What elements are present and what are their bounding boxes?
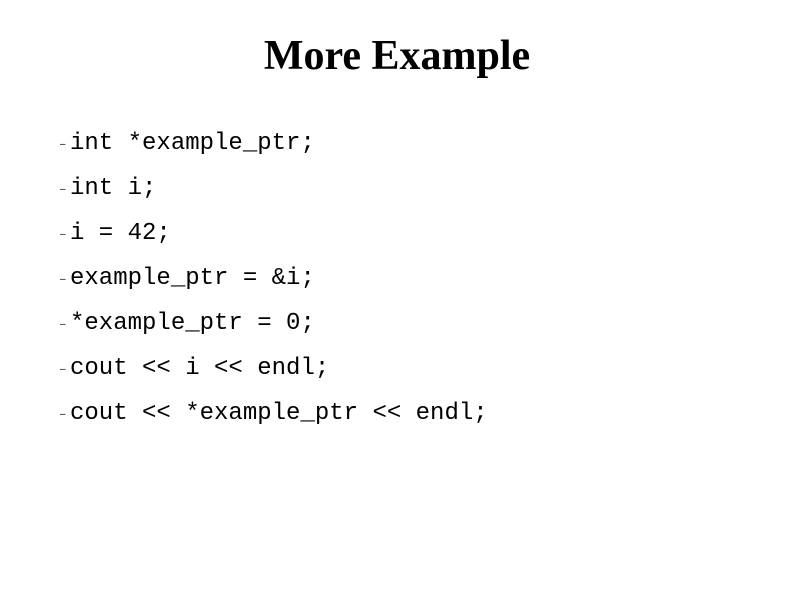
code-line: – int *example_ptr; — [60, 130, 488, 157]
code-text: cout << i << endl; — [70, 355, 329, 382]
code-text: int *example_ptr; — [70, 130, 315, 157]
bullet: – — [60, 140, 70, 150]
code-line: – int i; — [60, 175, 488, 202]
code-line: – cout << i << endl; — [60, 355, 488, 382]
code-text: cout << *example_ptr << endl; — [70, 400, 488, 427]
bullet: – — [60, 275, 70, 285]
bullet: – — [60, 230, 70, 240]
bullet: – — [60, 365, 70, 375]
code-line: – example_ptr = &i; — [60, 265, 488, 292]
code-text: i = 42; — [70, 220, 171, 247]
slide-title: More Example — [0, 32, 794, 80]
code-text: example_ptr = &i; — [70, 265, 315, 292]
code-line: – i = 42; — [60, 220, 488, 247]
code-text: int i; — [70, 175, 156, 202]
slide: More Example – int *example_ptr; – int i… — [0, 0, 794, 595]
code-line: – cout << *example_ptr << endl; — [60, 400, 488, 427]
code-line: – *example_ptr = 0; — [60, 310, 488, 337]
code-text: *example_ptr = 0; — [70, 310, 315, 337]
code-list: – int *example_ptr; – int i; – i = 42; –… — [60, 130, 488, 445]
bullet: – — [60, 320, 70, 330]
bullet: – — [60, 410, 70, 420]
bullet: – — [60, 185, 70, 195]
